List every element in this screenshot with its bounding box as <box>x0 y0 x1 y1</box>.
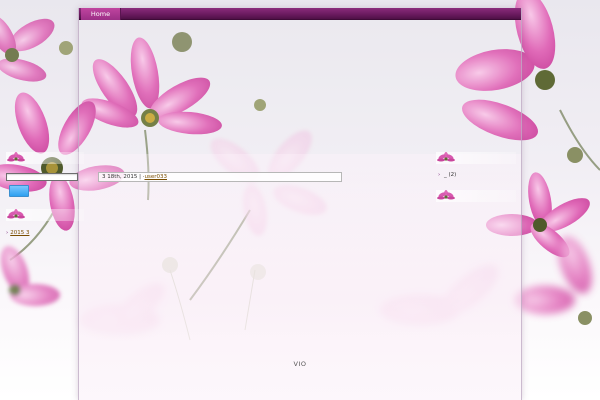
archive-widget-title <box>6 209 84 221</box>
sidebar-widget-title <box>436 190 516 202</box>
post-author-link[interactable]: user033 <box>144 174 167 180</box>
nav-home-link[interactable]: Home <box>81 8 121 20</box>
flower-icon <box>437 190 455 200</box>
page-container: Home <box>78 8 522 400</box>
archive-link-item[interactable]: › 2015 3 <box>6 230 29 236</box>
left-sidebar <box>6 152 84 164</box>
chevron-right-icon: › <box>6 230 9 236</box>
category-list-item[interactable]: › _ (2) <box>438 172 456 178</box>
search-input[interactable] <box>6 173 78 181</box>
post-date: 3 18th, 2015 | <box>102 174 141 180</box>
post-meta-bar: 3 18th, 2015 | ·user033 <box>98 172 342 182</box>
search-button[interactable] <box>9 185 29 197</box>
category-widget-title <box>436 152 516 164</box>
flower-icon <box>7 209 25 219</box>
chevron-right-icon: › <box>438 172 441 178</box>
search-widget-title <box>6 152 84 164</box>
top-navbar: Home <box>79 8 521 20</box>
flower-icon <box>437 152 455 162</box>
category-label[interactable]: _ (2) <box>444 172 456 178</box>
footer-text: VIO <box>293 360 307 368</box>
archive-link-text[interactable]: 2015 3 <box>10 230 29 236</box>
flower-icon <box>7 152 25 162</box>
header-banner <box>79 20 521 154</box>
